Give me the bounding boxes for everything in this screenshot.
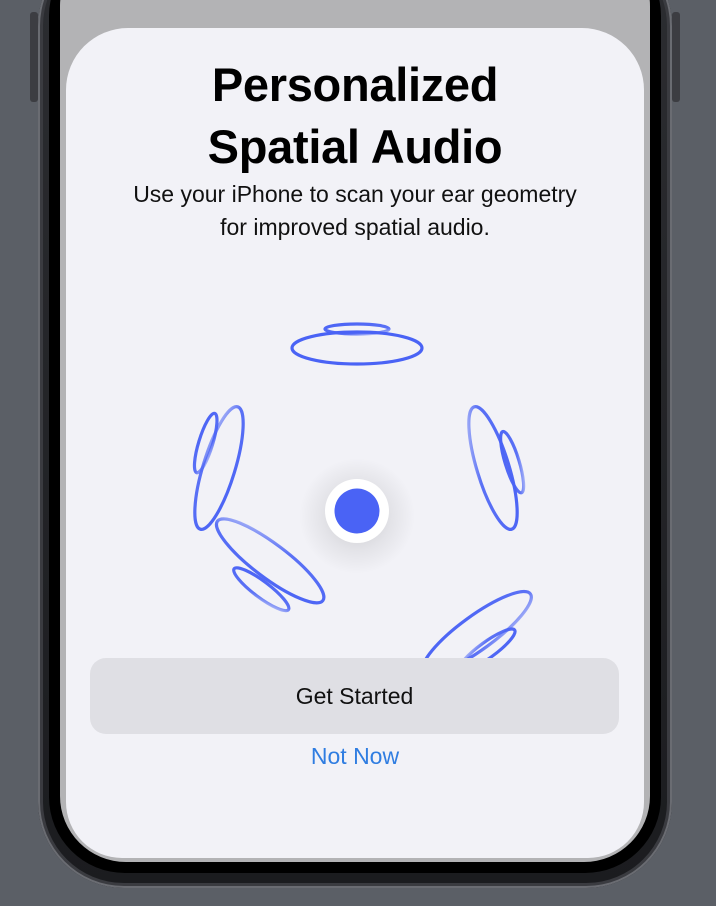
listener-dot-icon [299, 458, 415, 574]
upper-right-ring-group [467, 405, 526, 531]
phone-screen: Personalized Spatial Audio Use your iPho… [60, 0, 650, 862]
title-line-1: Personalized [211, 58, 499, 111]
sheet-subtitle: Use your iPhone to scan your ear geometr… [66, 178, 644, 244]
get-started-button[interactable]: Get Started [90, 658, 619, 734]
sheet-title: Personalized Spatial Audio [66, 54, 644, 178]
subtitle-line-1: Use your iPhone to scan your ear geometr… [133, 181, 577, 207]
top-ring-group [290, 322, 424, 366]
spatial-audio-rings-icon [192, 322, 533, 676]
not-now-link[interactable]: Not Now [66, 743, 644, 770]
subtitle-line-2: for improved spatial audio. [220, 214, 490, 240]
phone-side-button [672, 12, 680, 102]
title-line-2: Spatial Audio [207, 120, 503, 173]
upper-left-ring-group [192, 405, 245, 531]
device-stage: Personalized Spatial Audio Use your iPho… [0, 0, 716, 906]
phone-action-button [30, 12, 38, 102]
spatial-audio-sheet: Personalized Spatial Audio Use your iPho… [66, 28, 644, 858]
